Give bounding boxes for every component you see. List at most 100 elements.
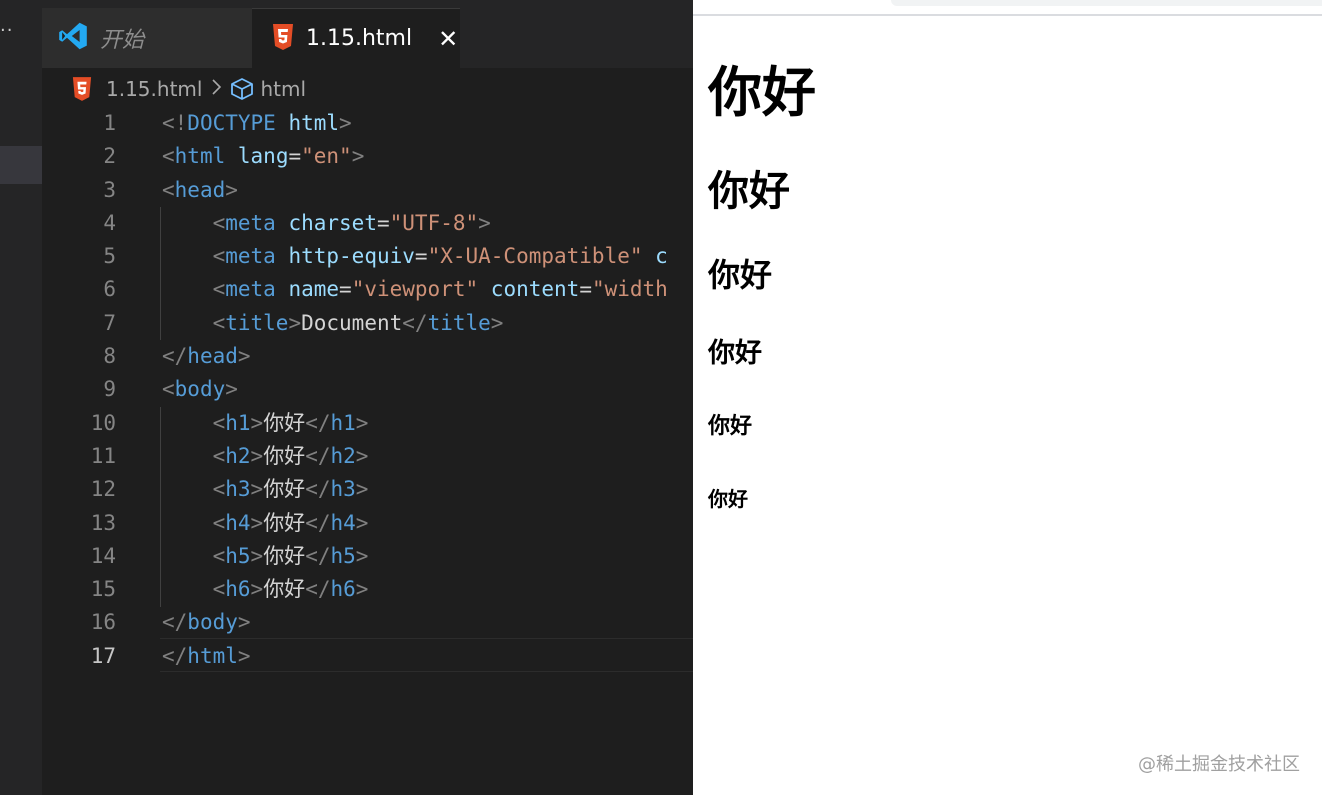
- code-line[interactable]: 11 <h2>你好</h2>: [42, 440, 693, 473]
- code-token: <: [162, 144, 175, 169]
- code-line[interactable]: 8 </head>: [42, 340, 693, 373]
- code-token: </: [305, 577, 331, 602]
- address-bar[interactable]: [891, 0, 1322, 6]
- code-token: >: [355, 577, 369, 602]
- code-token: <: [212, 477, 226, 502]
- code-token: >: [250, 577, 264, 602]
- code-token: h4: [330, 510, 356, 535]
- code-token: Document: [301, 310, 403, 335]
- code-line[interactable]: 10 <h1>你好</h1>: [42, 407, 693, 440]
- code-token: "UTF-8": [389, 210, 479, 235]
- code-line[interactable]: 12 <h3>你好</h3>: [42, 473, 693, 506]
- code-token: </: [162, 344, 188, 369]
- code-line[interactable]: 5 <meta http-equiv="X-UA-Compatible" c: [42, 240, 693, 273]
- heading-h2: 你好: [708, 167, 790, 215]
- breadcrumb: 1.15.html html: [72, 76, 306, 102]
- line-number: 2: [103, 144, 116, 169]
- code-token: <: [162, 377, 175, 402]
- line-number: 9: [103, 377, 116, 402]
- code-token: content: [490, 277, 580, 302]
- code-token: 你好: [263, 443, 306, 468]
- code-token: body: [187, 610, 238, 635]
- code-line[interactable]: 2 <html lang="en">: [42, 140, 693, 173]
- code-text: <h5>你好</h5>: [162, 540, 369, 573]
- editor-tab-bar: 开始 1.15.html ✕: [42, 0, 693, 68]
- heading-h1: 你好: [708, 61, 816, 124]
- code-token: >: [237, 610, 251, 635]
- code-token: <: [212, 577, 226, 602]
- code-line[interactable]: 15 <h6>你好</h6>: [42, 573, 693, 606]
- code-token: h2: [330, 443, 356, 468]
- code-token: lang: [237, 144, 289, 169]
- line-number: 7: [103, 310, 116, 335]
- code-line[interactable]: 17 </html>: [42, 640, 693, 673]
- code-editor[interactable]: 1 <!DOCTYPE html> 2 <html lang="en"> 3 <head>…: [42, 107, 693, 673]
- breadcrumb-file[interactable]: 1.15.html: [106, 77, 202, 101]
- code-token: title: [225, 310, 289, 335]
- html5-icon: [272, 23, 294, 54]
- code-line[interactable]: 3 <head>: [42, 174, 693, 207]
- code-token: charset: [288, 210, 377, 235]
- code-token: 你好: [263, 543, 306, 568]
- code-line[interactable]: 16 </body>: [42, 606, 693, 639]
- code-token: >: [355, 510, 369, 535]
- code-text: </html>: [162, 640, 251, 673]
- code-token: </: [305, 410, 331, 435]
- line-number: 4: [103, 210, 116, 235]
- close-icon[interactable]: ✕: [438, 27, 458, 51]
- code-token: >: [250, 443, 264, 468]
- code-token: >: [225, 377, 238, 402]
- code-line[interactable]: 14 <h5>你好</h5>: [42, 540, 693, 573]
- code-text: <h6>你好</h6>: [162, 573, 369, 606]
- code-token: >: [250, 510, 264, 535]
- code-token: >: [288, 310, 302, 335]
- code-token: </: [305, 477, 331, 502]
- code-token: =: [414, 244, 428, 269]
- code-line[interactable]: 4 <meta charset="UTF-8">: [42, 207, 693, 240]
- code-token: </: [162, 610, 188, 635]
- code-line[interactable]: 9 <body>: [42, 373, 693, 406]
- code-token: >: [339, 111, 352, 135]
- code-token: <: [212, 277, 226, 302]
- code-token: "en": [301, 144, 352, 169]
- code-token: =: [339, 277, 352, 302]
- code-token: c: [655, 244, 668, 269]
- code-text: </body>: [162, 606, 251, 639]
- code-token: <: [162, 177, 175, 202]
- tab-html-file[interactable]: 1.15.html ✕: [252, 8, 460, 68]
- code-line[interactable]: 1 <!DOCTYPE html>: [42, 107, 693, 140]
- code-token: h3: [225, 477, 251, 502]
- browser-toolbar: [693, 0, 1322, 16]
- more-actions-icon[interactable]: ··: [0, 22, 13, 40]
- code-token: html: [288, 111, 340, 135]
- code-token: >: [250, 543, 264, 568]
- code-token: <: [212, 210, 226, 235]
- code-line[interactable]: 13 <h4>你好</h4>: [42, 507, 693, 540]
- code-text: </head>: [162, 340, 251, 373]
- code-token: <!: [162, 111, 188, 135]
- code-token: >: [478, 210, 491, 235]
- code-token: h1: [225, 410, 251, 435]
- code-token: >: [351, 144, 365, 169]
- code-token: <: [212, 543, 226, 568]
- code-line[interactable]: 6 <meta name="viewport" content="width: [42, 273, 693, 306]
- activity-bar-selected-item[interactable]: [0, 146, 42, 184]
- code-token: </: [162, 643, 188, 668]
- code-token: >: [355, 543, 369, 568]
- code-token: h5: [225, 543, 251, 568]
- code-token: >: [237, 643, 251, 668]
- tab-welcome[interactable]: 开始: [42, 8, 252, 68]
- code-token: <: [212, 443, 226, 468]
- code-line[interactable]: 7 <title>Document</title>: [42, 307, 693, 340]
- code-token: "width: [591, 277, 668, 302]
- line-number: 10: [90, 410, 116, 435]
- breadcrumb-symbol[interactable]: html: [260, 77, 306, 101]
- code-token: html: [187, 643, 238, 668]
- code-text: <body>: [162, 373, 238, 406]
